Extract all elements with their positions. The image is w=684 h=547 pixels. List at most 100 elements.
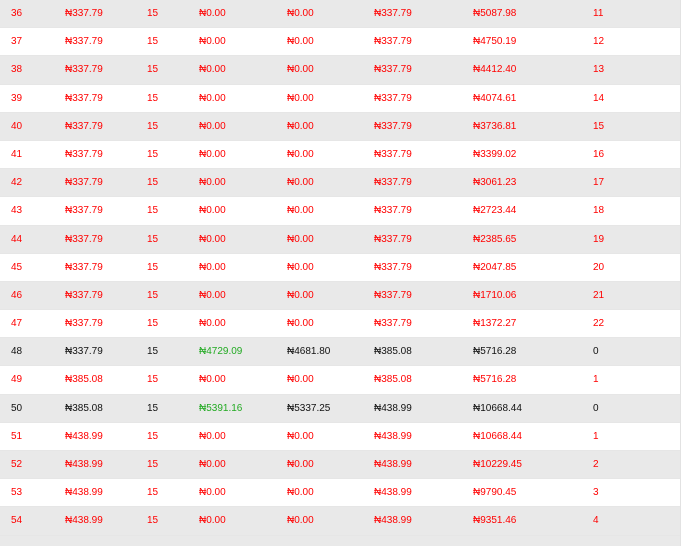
cell-amount-due: ₦337.79: [374, 148, 412, 160]
cell-outstanding-balance: ₦3736.81: [473, 120, 517, 132]
cell-amount-due: ₦337.79: [374, 64, 412, 76]
cell-rate: 15: [147, 8, 159, 19]
cell-installment-amount: ₦438.99: [65, 459, 103, 470]
cell-row-number: 46: [11, 289, 23, 301]
cell-paid-net: ₦0.00: [287, 289, 314, 301]
cell-count: 1: [593, 374, 599, 386]
cell-paid-net: ₦0.00: [287, 148, 314, 160]
cell-amount-paid: ₦0.00: [199, 430, 226, 442]
cell-paid-net: ₦0.00: [287, 92, 314, 104]
cell-row-number: 52: [11, 459, 23, 470]
cell-amount-due: ₦385.08: [374, 374, 412, 386]
cell-paid-net: ₦0.00: [287, 261, 314, 273]
cell-outstanding-balance: ₦10668.44: [473, 430, 522, 442]
cell-amount-due: ₦337.79: [374, 177, 412, 189]
cell-row-number: 40: [11, 120, 23, 132]
cell-installment-amount: ₦337.79: [65, 148, 103, 160]
cell-amount-paid: ₦0.00: [199, 515, 226, 527]
cell-paid-net: ₦0.00: [287, 374, 314, 386]
cell-rate: 15: [147, 120, 159, 132]
table-row: 40 ₦337.79 15 ₦0.00 ₦0.00 ₦337.79 ₦3736.81 15: [0, 112, 680, 141]
cell-paid-net: ₦0.00: [287, 487, 314, 499]
cell-count: 2: [593, 459, 599, 470]
cell-count: 4: [593, 515, 599, 527]
cell-rate: 15: [147, 430, 159, 442]
cell-count: 3: [593, 487, 599, 499]
table-row: 39 ₦337.79 15 ₦0.00 ₦0.00 ₦337.79 ₦4074.61 14: [0, 84, 680, 113]
cell-amount-due: ₦337.79: [374, 289, 412, 301]
cell-installment-amount: ₦337.79: [65, 64, 103, 76]
table-row: 54 ₦438.99 15 ₦0.00 ₦0.00 ₦438.99 ₦9351.46 4: [0, 507, 680, 536]
cell-row-number: 45: [11, 261, 23, 273]
cell-count: 20: [593, 261, 605, 273]
cell-row-number: 36: [11, 8, 23, 19]
cell-row-number: 39: [11, 92, 23, 104]
table-row: 44 ₦337.79 15 ₦0.00 ₦0.00 ₦337.79 ₦2385.65 19: [0, 225, 680, 254]
cell-amount-paid: ₦0.00: [199, 120, 226, 132]
cell-installment-amount: ₦438.99: [65, 487, 103, 499]
cell-amount-paid: ₦0.00: [199, 459, 226, 470]
cell-rate: 15: [147, 148, 159, 160]
cell-rate: 15: [147, 289, 159, 301]
cell-row-number: 44: [11, 233, 23, 245]
cell-outstanding-balance: ₦1710.06: [473, 289, 517, 301]
table-row: 52 ₦438.99 15 ₦0.00 ₦0.00 ₦438.99 ₦10229.45 2: [0, 451, 680, 480]
table-row: 41 ₦337.79 15 ₦0.00 ₦0.00 ₦337.79 ₦3399.02 16: [0, 140, 680, 170]
cell-amount-paid: ₦0.00: [199, 148, 226, 160]
cell-outstanding-balance: ₦9351.46: [473, 515, 517, 527]
cell-rate: 15: [147, 177, 159, 189]
cell-count: 18: [593, 205, 605, 217]
table-row: 47 ₦337.79 15 ₦0.00 ₦0.00 ₦337.79 ₦1372.27 22: [0, 310, 680, 339]
cell-paid-net: ₦0.00: [287, 459, 314, 470]
cell-outstanding-balance: ₦2047.85: [473, 261, 517, 273]
cell-amount-due: ₦337.79: [374, 120, 412, 132]
cell-installment-amount: ₦385.08: [65, 374, 103, 386]
cell-amount-paid: ₦5391.16: [199, 402, 243, 414]
table-row: 45 ₦337.79 15 ₦0.00 ₦0.00 ₦337.79 ₦2047.85 20: [0, 253, 680, 282]
cell-count: 15: [593, 120, 605, 132]
cell-amount-due: ₦438.99: [374, 515, 412, 527]
cell-amount-paid: ₦0.00: [199, 374, 226, 386]
cell-row-number: 50: [11, 402, 23, 414]
table-row: 36 ₦337.79 15 ₦0.00 ₦0.00 ₦337.79 ₦5087.98 11: [0, 0, 680, 29]
cell-installment-amount: ₦438.99: [65, 430, 103, 442]
cell-paid-net: ₦0.00: [287, 515, 314, 527]
cell-count: 0: [593, 402, 599, 414]
cell-row-number: 47: [11, 318, 23, 330]
cell-count: 21: [593, 289, 605, 301]
cell-amount-due: ₦337.79: [374, 261, 412, 273]
cell-amount-paid: ₦0.00: [199, 233, 226, 245]
cell-rate: 15: [147, 487, 159, 499]
cell-rate: 15: [147, 459, 159, 470]
cell-count: 19: [593, 233, 605, 245]
cell-installment-amount: ₦337.79: [65, 92, 103, 104]
cell-count: 11: [593, 8, 604, 19]
table-row: 48 ₦337.79 15 ₦4729.09 ₦4681.80 ₦385.08 ₦5716.…: [0, 338, 680, 367]
cell-paid-net: ₦0.00: [287, 36, 314, 48]
cell-rate: 15: [147, 402, 159, 414]
cell-amount-paid: ₦0.00: [199, 289, 226, 301]
cell-paid-net: ₦0.00: [287, 120, 314, 132]
cell-rate: 15: [147, 233, 159, 245]
table-row: 53 ₦438.99 15 ₦0.00 ₦0.00 ₦438.99 ₦9790.45 3: [0, 479, 680, 508]
cell-paid-net: ₦0.00: [287, 8, 314, 19]
cell-paid-net: ₦0.00: [287, 177, 314, 189]
cell-count: 14: [593, 92, 605, 104]
table-row: 49 ₦385.08 15 ₦0.00 ₦0.00 ₦385.08 ₦5716.28 1: [0, 366, 680, 395]
cell-row-number: 38: [11, 64, 23, 76]
cell-outstanding-balance: ₦4412.40: [473, 64, 517, 76]
cell-amount-due: ₦438.99: [374, 430, 412, 442]
cell-amount-due: ₦337.79: [374, 8, 412, 19]
table-row-partial: [0, 535, 680, 546]
cell-amount-due: ₦438.99: [374, 402, 412, 414]
cell-count: 13: [593, 64, 605, 76]
cell-amount-paid: ₦0.00: [199, 205, 226, 217]
cell-row-number: 48: [11, 346, 23, 358]
cell-installment-amount: ₦337.79: [65, 8, 103, 19]
cell-installment-amount: ₦438.99: [65, 515, 103, 527]
cell-installment-amount: ₦337.79: [65, 177, 103, 189]
cell-outstanding-balance: ₦9790.45: [473, 487, 517, 499]
cell-row-number: 41: [11, 148, 23, 160]
cell-installment-amount: ₦337.79: [65, 233, 103, 245]
cell-amount-due: ₦385.08: [374, 346, 412, 358]
